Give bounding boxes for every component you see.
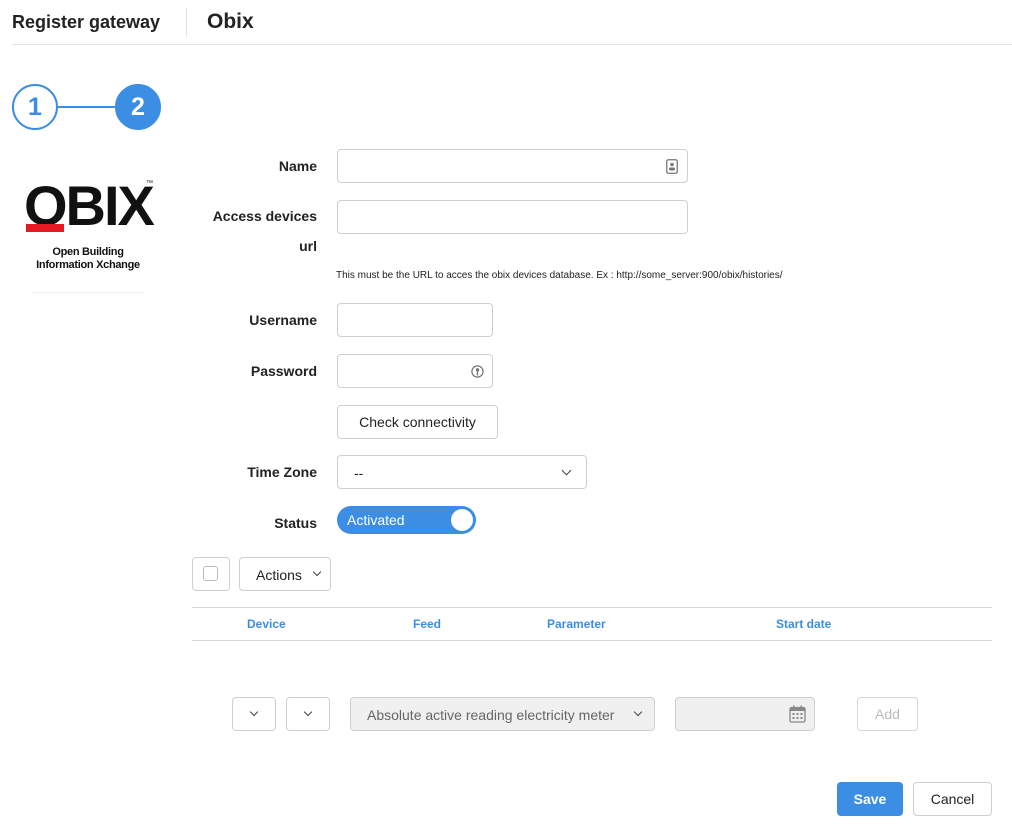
logo-red-bar: [26, 224, 64, 232]
save-button[interactable]: Save: [837, 782, 903, 816]
username-field-wrap: [337, 303, 493, 337]
logo-tagline-line2: Information Xchange: [36, 259, 140, 271]
access-url-field-wrap: [337, 200, 688, 234]
feed-select[interactable]: [286, 697, 330, 731]
chevron-down-icon: [303, 707, 313, 717]
obix-logo: OBIX ™ Open Building Information Xchange: [24, 176, 155, 294]
header-rule: [12, 44, 1012, 45]
password-field-wrap: [337, 354, 493, 388]
page-header: Register gateway Obix: [0, 0, 1012, 45]
select-all-checkbox[interactable]: [203, 566, 218, 581]
check-connectivity-button[interactable]: Check connectivity: [337, 405, 498, 439]
time-zone-select[interactable]: --: [337, 455, 587, 489]
name-input[interactable]: [338, 150, 687, 182]
device-select[interactable]: [232, 697, 276, 731]
logo-trademark: ™: [146, 180, 153, 187]
step-connector: [58, 106, 115, 108]
calendar-icon[interactable]: [789, 705, 806, 726]
column-header-device[interactable]: Device: [247, 617, 286, 631]
status-label: Status: [274, 515, 317, 531]
chevron-down-icon: [561, 465, 572, 476]
actions-dropdown[interactable]: Actions: [239, 557, 331, 591]
start-date-input[interactable]: [675, 697, 815, 731]
page-subtitle: Obix: [207, 10, 254, 33]
access-url-label-line2: url: [299, 238, 317, 254]
cancel-button[interactable]: Cancel: [913, 782, 992, 816]
wizard-stepper: 1 2: [12, 84, 162, 130]
key-icon: [471, 364, 484, 379]
time-zone-label: Time Zone: [247, 464, 317, 480]
access-url-hint: This must be the URL to acces the obix d…: [336, 270, 783, 281]
name-field-wrap: [337, 149, 688, 183]
contact-card-icon: [666, 159, 678, 174]
password-input[interactable]: [338, 355, 492, 387]
username-input[interactable]: [338, 304, 492, 336]
parameter-value: Absolute active reading electricity mete…: [367, 707, 615, 723]
username-label: Username: [249, 312, 317, 328]
status-toggle[interactable]: Activated: [337, 506, 476, 534]
logo-tagline-line1: Open Building: [52, 246, 124, 258]
parameter-select[interactable]: Absolute active reading electricity mete…: [350, 697, 655, 731]
page-title: Register gateway: [12, 12, 161, 32]
chevron-down-icon: [633, 707, 643, 717]
password-label: Password: [250, 363, 317, 379]
column-header-start-date[interactable]: Start date: [776, 617, 831, 631]
logo-tagline: Open Building Information Xchange: [24, 246, 152, 272]
actions-label: Actions: [256, 567, 302, 583]
step-1[interactable]: 1: [12, 84, 58, 130]
add-feed-button[interactable]: Add: [857, 697, 918, 731]
select-all-wrap: [192, 557, 230, 591]
status-toggle-label: Activated: [347, 512, 405, 528]
access-url-input[interactable]: [338, 201, 687, 233]
header-divider: [186, 8, 187, 36]
access-url-label-line1: Access devices: [212, 208, 317, 224]
column-header-parameter[interactable]: Parameter: [547, 617, 606, 631]
chevron-down-icon: [249, 707, 259, 717]
column-header-feed[interactable]: Feed: [413, 617, 441, 631]
name-label: Name: [278, 158, 317, 174]
chevron-down-icon: [312, 567, 322, 577]
toggle-knob: [451, 509, 473, 531]
table-top-border: [192, 607, 992, 608]
access-url-label: Access devices url: [200, 209, 317, 253]
time-zone-value: --: [354, 465, 364, 481]
step-2-active[interactable]: 2: [115, 84, 161, 130]
table-header-border: [192, 640, 992, 641]
logo-underline: [32, 292, 144, 293]
